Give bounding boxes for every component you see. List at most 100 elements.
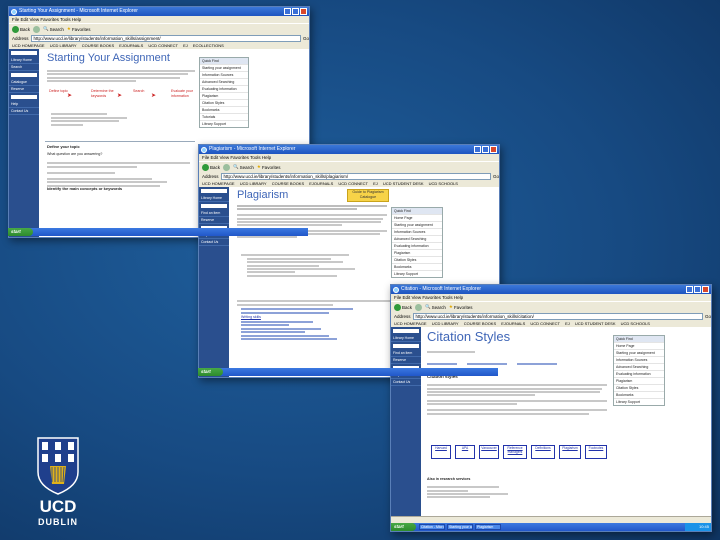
- favorites-button[interactable]: ★ Favorites: [67, 26, 91, 32]
- taskbar-item[interactable]: Starting your assignment: [447, 524, 473, 530]
- style-tab[interactable]: Harvard: [431, 445, 451, 459]
- menu-item[interactable]: Advanced Searching: [614, 363, 664, 370]
- menu-item[interactable]: Bookmarks: [392, 263, 442, 270]
- menu-item[interactable]: Information Sources: [614, 356, 664, 363]
- sidebar-input[interactable]: [11, 73, 37, 77]
- style-tab[interactable]: Vancouver: [479, 445, 499, 459]
- sidebar-item[interactable]: Catalogue: [9, 79, 39, 86]
- link-item[interactable]: UCD LIBRARY: [240, 181, 267, 186]
- sidebar-item[interactable]: Search: [9, 64, 39, 71]
- link-item[interactable]: ECOLLECTIONS: [193, 43, 224, 48]
- menu-item[interactable]: Evaluating information: [614, 370, 664, 377]
- link-item[interactable]: UCD STUDENT DESK: [383, 181, 424, 186]
- sidebar-item[interactable]: Contact Us: [391, 379, 421, 386]
- maximize-button[interactable]: [482, 146, 489, 153]
- sidebar-item[interactable]: Library Home: [9, 57, 39, 64]
- menu-item[interactable]: Starting your assignment: [392, 221, 442, 228]
- link-item[interactable]: UCD SCHOOLS: [621, 321, 650, 326]
- taskbar-item[interactable]: Citation - Microsoft: [419, 524, 445, 530]
- favorites-button[interactable]: ★ Favorites: [257, 164, 281, 170]
- go-button[interactable]: Go: [705, 314, 711, 319]
- link-item[interactable]: UCD LIBRARY: [50, 43, 77, 48]
- menu-bar[interactable]: File Edit View Favorites Tools Help: [199, 154, 499, 161]
- menu-item[interactable]: Citation Styles: [200, 99, 248, 106]
- back-button[interactable]: Back: [202, 163, 220, 171]
- address-input[interactable]: http://www.ucd.ie/library/students/infor…: [30, 34, 301, 42]
- style-tab[interactable]: APA: [455, 445, 475, 459]
- close-button[interactable]: [490, 146, 497, 153]
- menu-item[interactable]: Starting your assignment: [614, 349, 664, 356]
- sidebar-item[interactable]: Library Home: [391, 335, 421, 342]
- taskbar-item[interactable]: Plagiarism: [475, 524, 501, 530]
- window-titlebar[interactable]: Starting Your Assignment - Microsoft Int…: [9, 7, 309, 16]
- window-titlebar[interactable]: Plagiarism - Microsoft Internet Explorer: [199, 145, 499, 154]
- minimize-button[interactable]: [686, 286, 693, 293]
- sidebar-item[interactable]: Library Home: [199, 195, 229, 202]
- menu-item[interactable]: Plagiarism: [200, 92, 248, 99]
- menu-item[interactable]: Plagiarism: [392, 249, 442, 256]
- menu-item[interactable]: Bookmarks: [614, 391, 664, 398]
- go-button[interactable]: Go: [303, 36, 309, 41]
- menu-item[interactable]: Evaluating information: [392, 242, 442, 249]
- start-button[interactable]: start: [8, 228, 33, 236]
- close-button[interactable]: [702, 286, 709, 293]
- menu-item[interactable]: Tutorials: [200, 113, 248, 120]
- forward-arrow-icon[interactable]: [415, 303, 423, 311]
- link-item[interactable]: EJ: [183, 43, 188, 48]
- link-item[interactable]: UCD CONNECT: [530, 321, 560, 326]
- link-item[interactable]: COURSE BOOKS: [272, 181, 304, 186]
- sidebar-input[interactable]: [11, 95, 37, 99]
- browser-window-citation[interactable]: Citation - Microsoft Internet Explorer F…: [390, 284, 712, 532]
- menu-item[interactable]: Evaluating information: [200, 85, 248, 92]
- search-button[interactable]: 🔍 Search: [233, 164, 254, 170]
- style-tab[interactable]: Definitions: [531, 445, 555, 459]
- link-item[interactable]: UCD HOMEPAGE: [202, 181, 235, 186]
- back-button[interactable]: Back: [394, 303, 412, 311]
- menu-item[interactable]: Library Support: [614, 398, 664, 405]
- link-item[interactable]: UCD CONNECT: [148, 43, 178, 48]
- close-button[interactable]: [300, 8, 307, 15]
- sidebar-search-box[interactable]: [393, 329, 419, 333]
- menu-item[interactable]: Home Page: [614, 342, 664, 349]
- link-item[interactable]: COURSE BOOKS: [464, 321, 496, 326]
- sidebar-item[interactable]: Find an item: [199, 210, 229, 217]
- menu-item[interactable]: Information Sources: [200, 71, 248, 78]
- menu-item[interactable]: Library Support: [200, 120, 248, 127]
- style-tab[interactable]: Footnotes: [585, 445, 607, 459]
- catalogue-badge[interactable]: Guide to Plagiarism Catalogue: [347, 189, 389, 202]
- link-item[interactable]: UCD HOMEPAGE: [394, 321, 427, 326]
- sidebar-item[interactable]: Contact Us: [199, 239, 229, 246]
- sidebar-item[interactable]: Find an item: [391, 350, 421, 357]
- menu-item[interactable]: Bookmarks: [200, 106, 248, 113]
- sidebar-item[interactable]: Reserve: [199, 217, 229, 224]
- start-button[interactable]: start: [198, 368, 223, 376]
- address-input[interactable]: http://www.ucd.ie/library/students/infor…: [220, 172, 491, 180]
- menu-item[interactable]: Citation Styles: [614, 384, 664, 391]
- writing-skills-link[interactable]: Writing skills: [241, 315, 397, 320]
- sidebar-input[interactable]: [393, 344, 419, 348]
- search-button[interactable]: 🔍 Search: [43, 26, 64, 32]
- menu-item[interactable]: Information Sources: [392, 228, 442, 235]
- maximize-button[interactable]: [292, 8, 299, 15]
- menu-item[interactable]: Plagiarism: [614, 377, 664, 384]
- link-item[interactable]: UCD LIBRARY: [432, 321, 459, 326]
- search-button[interactable]: 🔍 Search: [425, 304, 446, 310]
- link-item[interactable]: UCD STUDENT DESK: [575, 321, 616, 326]
- anchor-link[interactable]: [517, 363, 557, 365]
- link-item[interactable]: EJOURNALS: [309, 181, 333, 186]
- menu-item[interactable]: Advanced Searching: [392, 235, 442, 242]
- favorites-button[interactable]: ★ Favorites: [449, 304, 473, 310]
- menu-item[interactable]: Home Page: [392, 214, 442, 221]
- back-button[interactable]: Back: [12, 25, 30, 33]
- minimize-button[interactable]: [474, 146, 481, 153]
- link-item[interactable]: EJOURNALS: [501, 321, 525, 326]
- link-item[interactable]: UCD CONNECT: [338, 181, 368, 186]
- link-item[interactable]: EJ: [565, 321, 570, 326]
- menu-item[interactable]: Starting your assignment: [200, 64, 248, 71]
- sidebar-item[interactable]: Reserve: [9, 86, 39, 93]
- sidebar-item[interactable]: Contact Us: [9, 108, 39, 115]
- link-item[interactable]: UCD SCHOOLS: [429, 181, 458, 186]
- address-input[interactable]: http://www.ucd.ie/library/students/infor…: [412, 312, 703, 320]
- maximize-button[interactable]: [694, 286, 701, 293]
- style-tab[interactable]: Plagiarism: [559, 445, 581, 459]
